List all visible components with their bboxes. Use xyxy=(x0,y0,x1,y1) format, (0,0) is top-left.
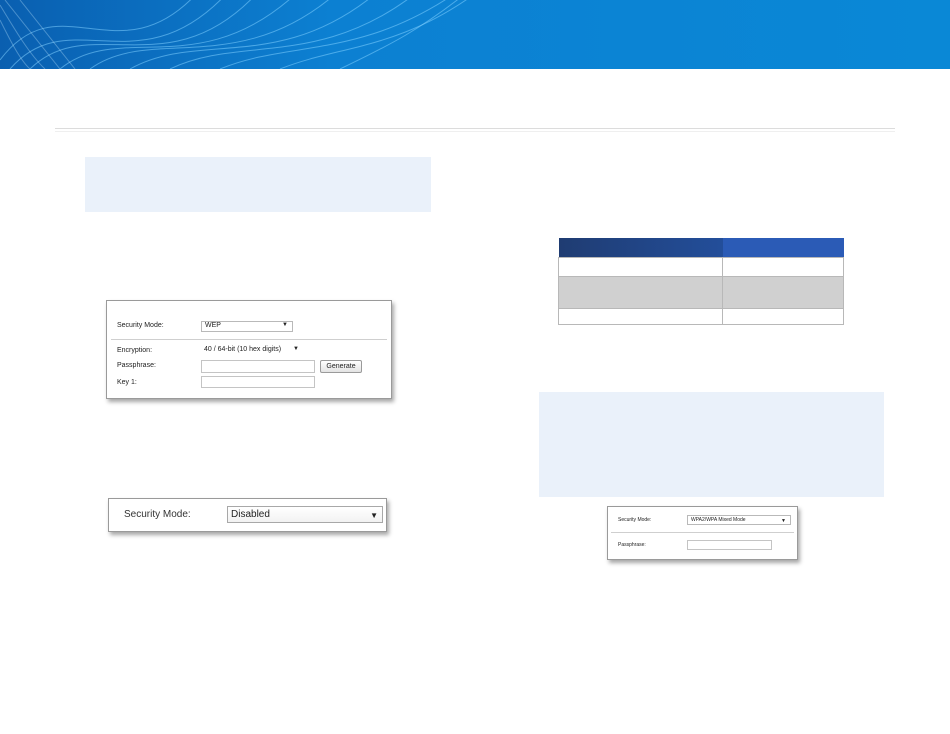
chevron-down-icon: ▼ xyxy=(293,346,299,352)
table-header-row xyxy=(558,238,844,258)
security-mode-select[interactable]: WEP ▼ xyxy=(201,321,293,332)
wpa-settings-panel: Security Mode: WPA2/WPA Mixed Mode ▼ Pas… xyxy=(607,506,798,560)
security-mode-value: Disabled xyxy=(231,509,270,520)
encryption-label: Encryption: xyxy=(117,347,153,354)
security-mode-select[interactable]: Disabled ▼ xyxy=(227,506,383,523)
key1-label: Key 1: xyxy=(117,379,137,386)
table-header-cell xyxy=(722,238,844,258)
passphrase-label: Passphrase: xyxy=(618,542,646,548)
table-row xyxy=(558,276,844,309)
generate-button[interactable]: Generate xyxy=(320,360,362,373)
table-cell xyxy=(722,276,844,309)
table-cell xyxy=(558,308,723,325)
table-cell xyxy=(722,257,844,277)
security-mode-value: WPA2/WPA Mixed Mode xyxy=(691,517,746,523)
key1-input[interactable] xyxy=(201,376,315,388)
section-divider xyxy=(55,128,895,129)
chevron-down-icon: ▼ xyxy=(282,322,288,328)
chevron-down-icon: ▼ xyxy=(370,511,378,520)
wep-settings-panel: Security Mode: WEP ▼ Encryption: 40 / 64… xyxy=(106,300,392,399)
panel-divider xyxy=(111,339,387,340)
security-mode-label: Security Mode: xyxy=(124,509,191,520)
header-banner xyxy=(0,0,950,69)
passphrase-label: Passphrase: xyxy=(117,362,156,369)
disabled-settings-panel: Security Mode: Disabled ▼ xyxy=(108,498,387,532)
note-box-right xyxy=(539,392,884,497)
encryption-value: 40 / 64-bit (10 hex digits) xyxy=(204,346,282,353)
passphrase-input[interactable] xyxy=(201,360,315,373)
panel-divider xyxy=(611,532,794,533)
passphrase-input[interactable] xyxy=(687,540,772,550)
table-cell xyxy=(722,308,844,325)
security-mode-label: Security Mode: xyxy=(117,322,164,329)
section-divider-secondary xyxy=(55,131,895,132)
table-cell xyxy=(558,257,723,277)
encryption-select[interactable]: 40 / 64-bit (10 hex digits) ▼ xyxy=(201,346,303,357)
note-box-left xyxy=(85,157,431,212)
table-row xyxy=(558,257,844,277)
security-table xyxy=(558,238,844,325)
security-mode-label: Security Mode: xyxy=(618,517,652,523)
chevron-down-icon: ▼ xyxy=(781,518,786,524)
security-mode-select[interactable]: WPA2/WPA Mixed Mode ▼ xyxy=(687,515,791,525)
table-row xyxy=(558,308,844,325)
table-cell xyxy=(558,276,723,309)
security-mode-value: WEP xyxy=(205,322,221,329)
header-wave-graphic xyxy=(0,0,950,69)
table-header-cell xyxy=(558,238,723,258)
